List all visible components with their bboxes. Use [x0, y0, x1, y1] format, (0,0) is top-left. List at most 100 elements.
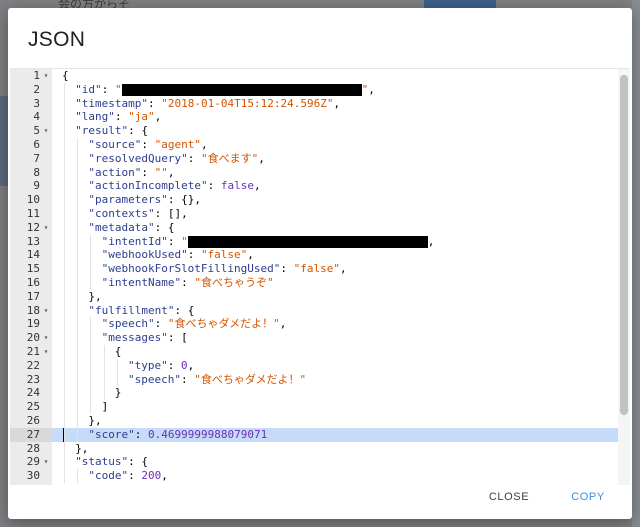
- code-text: },: [75, 442, 88, 456]
- json-dialog: JSON 1 ▾{2 "id": " ", 3 "timestamp": "2018-01…: [8, 8, 632, 519]
- fold-toggle-icon[interactable]: ▾: [41, 304, 51, 318]
- fold-toggle-icon[interactable]: ▾: [41, 69, 51, 83]
- code-line[interactable]: 19 "speech": "食べちゃダメだよ！",: [10, 317, 630, 332]
- indent-guide: [64, 275, 65, 290]
- line-number: 22: [26, 358, 40, 372]
- code-line[interactable]: 17},: [10, 289, 630, 304]
- line-number: 13: [26, 234, 40, 248]
- code-text: "lang": "ja",: [75, 110, 161, 124]
- code-area[interactable]: 1 ▾{2 "id": " ", 3 "timestamp": "2018-01-04T1…: [10, 69, 630, 483]
- code-line[interactable]: 10 "parameters": {},: [10, 193, 630, 207]
- json-punctuation: ]: [101, 400, 109, 414]
- json-string: "false": [293, 262, 341, 276]
- code-line[interactable]: 4 "lang": "ja",: [10, 110, 630, 125]
- background-toolbar: [424, 0, 496, 8]
- line-number: 27: [10, 427, 52, 442]
- json-punctuation: :: [280, 262, 294, 276]
- indent-guide: [77, 220, 79, 235]
- indent-guide: [77, 358, 79, 373]
- indent-guide: [77, 331, 79, 345]
- json-number: 0: [181, 358, 188, 372]
- code-text: "result": {: [75, 124, 148, 138]
- editor-scrollbar-thumb[interactable]: [620, 75, 628, 415]
- indent-guide: [77, 413, 79, 428]
- code-line[interactable]: 25]: [10, 400, 630, 414]
- line-number: 15: [26, 262, 40, 276]
- code-text: "id": " ",: [75, 83, 375, 97]
- indent-guide: [64, 317, 65, 332]
- json-punctuation: },: [75, 441, 89, 455]
- line-number: 17: [26, 289, 40, 303]
- indent-guide: [64, 303, 65, 318]
- code-line[interactable]: 13 "intentId": ",: [10, 234, 630, 249]
- line-number: 10: [26, 193, 40, 207]
- json-punctuation: ,: [187, 358, 195, 372]
- code-text: "code": 200,: [88, 469, 168, 483]
- line-number: 3: [33, 96, 40, 110]
- code-line[interactable]: 12 ▾ "metadata": {: [10, 220, 630, 235]
- code-line[interactable]: 22 "type": 0,: [10, 358, 630, 373]
- code-line[interactable]: 18 ▾ "fulfillment": {: [10, 303, 630, 318]
- code-line[interactable]: 16 "intentName": "食べちゃうぞ": [10, 275, 630, 290]
- fold-toggle-icon[interactable]: ▾: [41, 455, 51, 469]
- indent-guide: [64, 151, 65, 166]
- code-text: "intentId": ",: [102, 235, 434, 249]
- line-number: 24: [26, 386, 40, 400]
- indent-guide: [64, 331, 65, 345]
- code-line[interactable]: 30 "code": 200,: [10, 469, 630, 483]
- indent-guide: [77, 275, 79, 290]
- code-line[interactable]: 2 "id": " ",: [10, 82, 630, 97]
- code-text: "timestamp": "2018-01-04T15:12:24.596Z",: [75, 97, 340, 111]
- code-line[interactable]: 14 "webhookUsed": "false",: [10, 248, 630, 263]
- json-code-editor[interactable]: 1 ▾{2 "id": " ", 3 "timestamp": "2018-01-04T1…: [10, 68, 630, 485]
- fold-toggle-icon[interactable]: ▾: [41, 345, 51, 359]
- editor-scrollbar[interactable]: [618, 69, 630, 485]
- json-key: "parameters": [88, 193, 168, 207]
- json-punctuation: : {: [128, 124, 149, 138]
- indent-guide: [77, 234, 79, 249]
- code-line[interactable]: 15 "webhookForSlotFillingUsed": "false",: [10, 262, 630, 276]
- code-line[interactable]: 3 "timestamp": "2018-01-04T15:12:24.596Z"…: [10, 96, 630, 111]
- code-line[interactable]: 23 "speech": "食べちゃダメだよ！": [10, 372, 630, 387]
- code-line[interactable]: 28},: [10, 441, 630, 456]
- json-punctuation: ,: [167, 165, 175, 179]
- code-line[interactable]: 1 ▾{: [10, 69, 630, 83]
- copy-button[interactable]: COPY: [562, 485, 614, 509]
- code-line[interactable]: 5 ▾ "result": {: [10, 124, 630, 138]
- indent-guide: [77, 427, 79, 442]
- indent-guide: [116, 358, 118, 373]
- json-key: "action": [88, 165, 142, 179]
- json-punctuation: ,: [247, 248, 254, 262]
- code-line[interactable]: 9 "actionIncomplete": false,: [10, 179, 630, 194]
- indent-guide: [77, 344, 79, 359]
- code-line[interactable]: 7 "resolvedQuery": "食べます",: [10, 151, 630, 166]
- json-string: "食べます": [200, 151, 259, 165]
- json-key: "code": [88, 469, 129, 483]
- fold-toggle-icon[interactable]: ▾: [41, 221, 51, 235]
- code-line[interactable]: 26},: [10, 413, 630, 428]
- json-punctuation: ,: [340, 262, 347, 276]
- code-line[interactable]: 29 ▾ "status": {: [10, 455, 630, 470]
- code-line[interactable]: 27 "score": 0.4699999988079071: [10, 427, 630, 442]
- code-text: ]: [102, 400, 109, 414]
- code-line[interactable]: 20 ▾ "messages": [: [10, 331, 630, 345]
- json-punctuation: :: [180, 372, 195, 386]
- code-line[interactable]: 11 "contexts": [],: [10, 206, 630, 221]
- line-number: 8: [33, 165, 40, 179]
- code-text: "messages": [: [102, 331, 188, 345]
- indent-guide: [90, 358, 92, 373]
- code-line[interactable]: 6 "source": "agent",: [10, 137, 630, 152]
- indent-guide: [64, 234, 65, 249]
- json-punctuation: :: [141, 137, 155, 151]
- close-button[interactable]: CLOSE: [482, 485, 536, 509]
- json-key: "speech": [128, 372, 181, 386]
- code-line[interactable]: 24}: [10, 386, 630, 401]
- json-punctuation: : {},: [167, 193, 201, 207]
- fold-toggle-icon[interactable]: ▾: [41, 331, 51, 345]
- json-key: "lang": [75, 110, 115, 124]
- fold-toggle-icon[interactable]: ▾: [41, 124, 51, 138]
- code-text: "action": "",: [88, 166, 174, 180]
- code-line[interactable]: 8 "action": "",: [10, 165, 630, 180]
- indent-guide: [64, 455, 65, 470]
- code-line[interactable]: 21 ▾{: [10, 344, 630, 359]
